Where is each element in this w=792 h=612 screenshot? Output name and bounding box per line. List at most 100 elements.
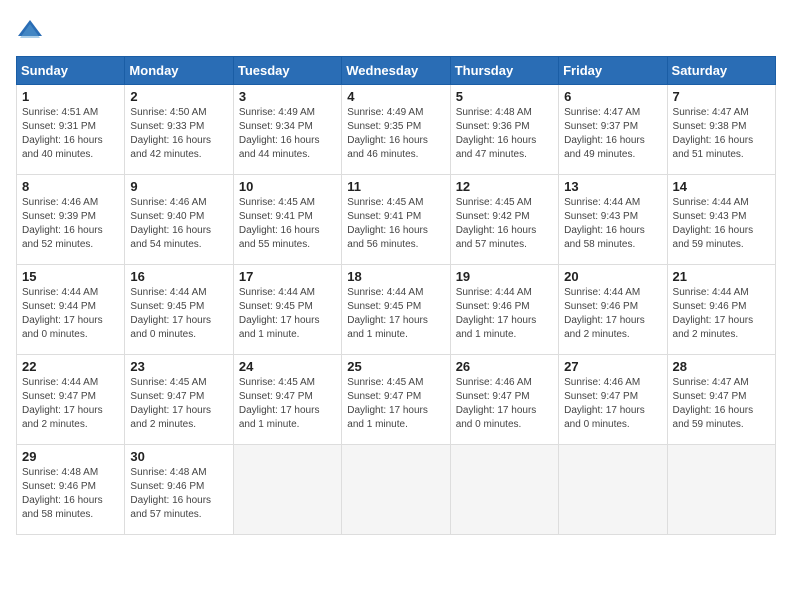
- day-header-sunday: Sunday: [17, 57, 125, 85]
- day-number: 24: [239, 359, 336, 374]
- day-info: Sunrise: 4:48 AM Sunset: 9:36 PM Dayligh…: [456, 106, 553, 162]
- day-header-saturday: Saturday: [667, 57, 775, 85]
- day-cell: 10 Sunrise: 4:45 AM Sunset: 9:41 PM Dayli…: [233, 175, 341, 265]
- day-cell: [342, 445, 450, 535]
- day-cell: 12 Sunrise: 4:45 AM Sunset: 9:42 PM Dayli…: [450, 175, 558, 265]
- day-number: 1: [22, 89, 119, 104]
- day-cell: 6 Sunrise: 4:47 AM Sunset: 9:37 PM Daylig…: [559, 85, 667, 175]
- day-info: Sunrise: 4:51 AM Sunset: 9:31 PM Dayligh…: [22, 106, 119, 162]
- day-info: Sunrise: 4:44 AM Sunset: 9:46 PM Dayligh…: [564, 286, 661, 342]
- day-number: 4: [347, 89, 444, 104]
- day-number: 6: [564, 89, 661, 104]
- day-cell: 7 Sunrise: 4:47 AM Sunset: 9:38 PM Daylig…: [667, 85, 775, 175]
- logo: [16, 16, 48, 44]
- day-cell: 16 Sunrise: 4:44 AM Sunset: 9:45 PM Dayli…: [125, 265, 233, 355]
- day-number: 25: [347, 359, 444, 374]
- calendar-table: SundayMondayTuesdayWednesdayThursdayFrid…: [16, 56, 776, 535]
- day-info: Sunrise: 4:44 AM Sunset: 9:45 PM Dayligh…: [347, 286, 444, 342]
- day-cell: 2Sunrise: 4:50 AM Sunset: 9:33 PM Daylig…: [125, 85, 233, 175]
- day-header-friday: Friday: [559, 57, 667, 85]
- day-number: 29: [22, 449, 119, 464]
- day-number: 26: [456, 359, 553, 374]
- day-info: Sunrise: 4:46 AM Sunset: 9:40 PM Dayligh…: [130, 196, 227, 252]
- day-info: Sunrise: 4:45 AM Sunset: 9:41 PM Dayligh…: [239, 196, 336, 252]
- day-number: 8: [22, 179, 119, 194]
- day-number: 19: [456, 269, 553, 284]
- logo-icon: [16, 16, 44, 44]
- day-cell: 18 Sunrise: 4:44 AM Sunset: 9:45 PM Dayli…: [342, 265, 450, 355]
- day-number: 2: [130, 89, 227, 104]
- day-cell: 13 Sunrise: 4:44 AM Sunset: 9:43 PM Dayli…: [559, 175, 667, 265]
- day-number: 3: [239, 89, 336, 104]
- day-cell: 3 Sunrise: 4:49 AM Sunset: 9:34 PM Daylig…: [233, 85, 341, 175]
- day-info: Sunrise: 4:45 AM Sunset: 9:42 PM Dayligh…: [456, 196, 553, 252]
- day-info: Sunrise: 4:44 AM Sunset: 9:45 PM Dayligh…: [130, 286, 227, 342]
- day-cell: 22 Sunrise: 4:44 AM Sunset: 9:47 PM Dayli…: [17, 355, 125, 445]
- day-number: 14: [673, 179, 770, 194]
- day-cell: 4 Sunrise: 4:49 AM Sunset: 9:35 PM Daylig…: [342, 85, 450, 175]
- day-cell: 19 Sunrise: 4:44 AM Sunset: 9:46 PM Dayli…: [450, 265, 558, 355]
- day-number: 22: [22, 359, 119, 374]
- day-info: Sunrise: 4:47 AM Sunset: 9:38 PM Dayligh…: [673, 106, 770, 162]
- day-cell: 28 Sunrise: 4:47 AM Sunset: 9:47 PM Dayli…: [667, 355, 775, 445]
- day-info: Sunrise: 4:46 AM Sunset: 9:39 PM Dayligh…: [22, 196, 119, 252]
- day-cell: [667, 445, 775, 535]
- day-info: Sunrise: 4:45 AM Sunset: 9:47 PM Dayligh…: [239, 376, 336, 432]
- day-cell: 5 Sunrise: 4:48 AM Sunset: 9:36 PM Daylig…: [450, 85, 558, 175]
- day-info: Sunrise: 4:44 AM Sunset: 9:44 PM Dayligh…: [22, 286, 119, 342]
- week-row-2: 8 Sunrise: 4:46 AM Sunset: 9:39 PM Daylig…: [17, 175, 776, 265]
- day-number: 10: [239, 179, 336, 194]
- day-info: Sunrise: 4:49 AM Sunset: 9:35 PM Dayligh…: [347, 106, 444, 162]
- day-number: 16: [130, 269, 227, 284]
- day-cell: 14 Sunrise: 4:44 AM Sunset: 9:43 PM Dayli…: [667, 175, 775, 265]
- day-number: 21: [673, 269, 770, 284]
- day-cell: 21 Sunrise: 4:44 AM Sunset: 9:46 PM Dayli…: [667, 265, 775, 355]
- day-cell: 27 Sunrise: 4:46 AM Sunset: 9:47 PM Dayli…: [559, 355, 667, 445]
- day-info: Sunrise: 4:47 AM Sunset: 9:37 PM Dayligh…: [564, 106, 661, 162]
- day-info: Sunrise: 4:44 AM Sunset: 9:43 PM Dayligh…: [564, 196, 661, 252]
- week-row-4: 22 Sunrise: 4:44 AM Sunset: 9:47 PM Dayli…: [17, 355, 776, 445]
- day-info: Sunrise: 4:47 AM Sunset: 9:47 PM Dayligh…: [673, 376, 770, 432]
- calendar-header-row: SundayMondayTuesdayWednesdayThursdayFrid…: [17, 57, 776, 85]
- week-row-5: 29 Sunrise: 4:48 AM Sunset: 9:46 PM Dayli…: [17, 445, 776, 535]
- day-number: 30: [130, 449, 227, 464]
- day-number: 23: [130, 359, 227, 374]
- day-cell: 20 Sunrise: 4:44 AM Sunset: 9:46 PM Dayli…: [559, 265, 667, 355]
- day-info: Sunrise: 4:44 AM Sunset: 9:47 PM Dayligh…: [22, 376, 119, 432]
- day-info: Sunrise: 4:45 AM Sunset: 9:47 PM Dayligh…: [347, 376, 444, 432]
- week-row-3: 15 Sunrise: 4:44 AM Sunset: 9:44 PM Dayli…: [17, 265, 776, 355]
- day-header-wednesday: Wednesday: [342, 57, 450, 85]
- day-cell: 25 Sunrise: 4:45 AM Sunset: 9:47 PM Dayli…: [342, 355, 450, 445]
- day-number: 18: [347, 269, 444, 284]
- day-number: 5: [456, 89, 553, 104]
- day-number: 27: [564, 359, 661, 374]
- day-info: Sunrise: 4:45 AM Sunset: 9:47 PM Dayligh…: [130, 376, 227, 432]
- day-number: 15: [22, 269, 119, 284]
- day-cell: 23 Sunrise: 4:45 AM Sunset: 9:47 PM Dayli…: [125, 355, 233, 445]
- day-cell: 9Sunrise: 4:46 AM Sunset: 9:40 PM Daylig…: [125, 175, 233, 265]
- day-info: Sunrise: 4:44 AM Sunset: 9:46 PM Dayligh…: [456, 286, 553, 342]
- day-cell: 1 Sunrise: 4:51 AM Sunset: 9:31 PM Daylig…: [17, 85, 125, 175]
- page-header: [16, 16, 776, 44]
- day-number: 13: [564, 179, 661, 194]
- day-cell: 15 Sunrise: 4:44 AM Sunset: 9:44 PM Dayli…: [17, 265, 125, 355]
- day-number: 12: [456, 179, 553, 194]
- day-info: Sunrise: 4:46 AM Sunset: 9:47 PM Dayligh…: [564, 376, 661, 432]
- week-row-1: 1 Sunrise: 4:51 AM Sunset: 9:31 PM Daylig…: [17, 85, 776, 175]
- day-info: Sunrise: 4:46 AM Sunset: 9:47 PM Dayligh…: [456, 376, 553, 432]
- day-info: Sunrise: 4:44 AM Sunset: 9:45 PM Dayligh…: [239, 286, 336, 342]
- day-info: Sunrise: 4:48 AM Sunset: 9:46 PM Dayligh…: [130, 466, 227, 522]
- day-number: 17: [239, 269, 336, 284]
- day-number: 28: [673, 359, 770, 374]
- day-cell: 17 Sunrise: 4:44 AM Sunset: 9:45 PM Dayli…: [233, 265, 341, 355]
- day-cell: 26 Sunrise: 4:46 AM Sunset: 9:47 PM Dayli…: [450, 355, 558, 445]
- day-info: Sunrise: 4:44 AM Sunset: 9:46 PM Dayligh…: [673, 286, 770, 342]
- day-info: Sunrise: 4:49 AM Sunset: 9:34 PM Dayligh…: [239, 106, 336, 162]
- day-cell: 8 Sunrise: 4:46 AM Sunset: 9:39 PM Daylig…: [17, 175, 125, 265]
- day-number: 20: [564, 269, 661, 284]
- day-info: Sunrise: 4:48 AM Sunset: 9:46 PM Dayligh…: [22, 466, 119, 522]
- day-number: 7: [673, 89, 770, 104]
- day-header-monday: Monday: [125, 57, 233, 85]
- day-info: Sunrise: 4:44 AM Sunset: 9:43 PM Dayligh…: [673, 196, 770, 252]
- day-header-thursday: Thursday: [450, 57, 558, 85]
